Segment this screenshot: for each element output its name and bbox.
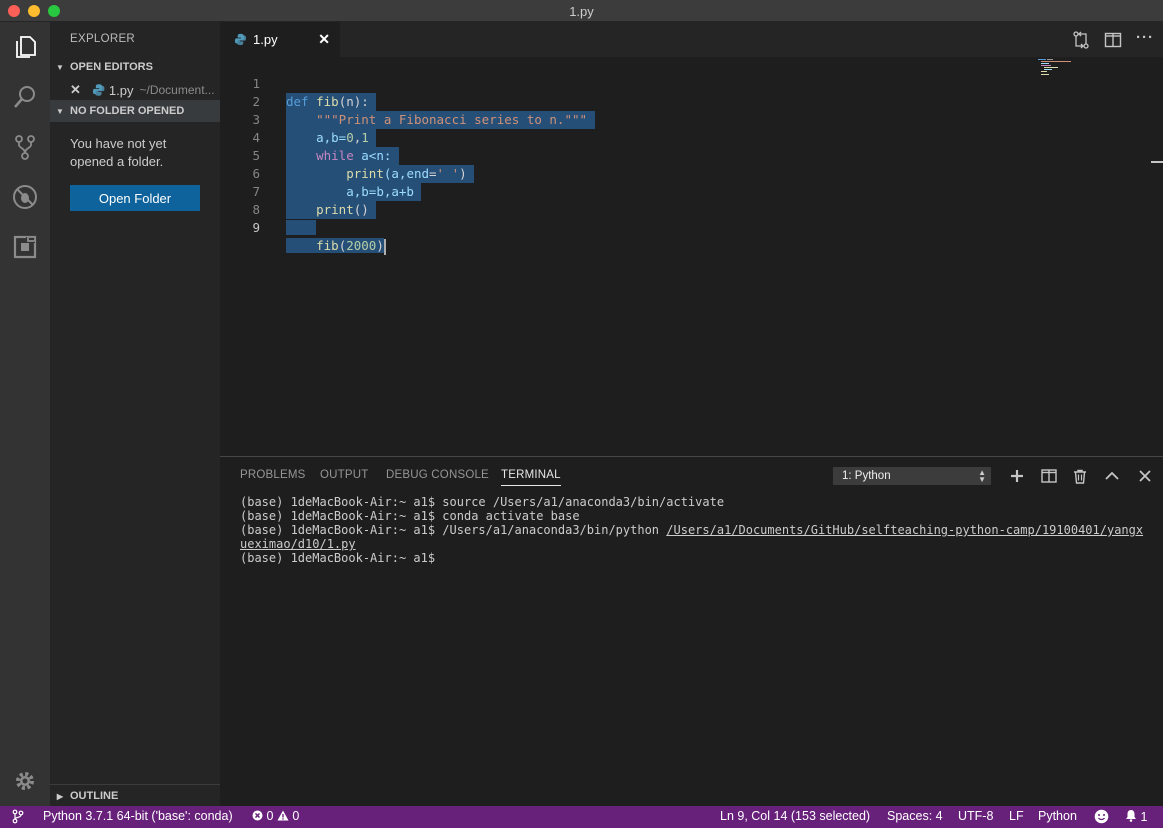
chevron-down-icon: ▼ — [56, 62, 64, 72]
no-folder-label: NO FOLDER OPENED — [70, 105, 185, 117]
warning-count: 0 — [292, 809, 300, 823]
indentation-status[interactable]: Spaces: 4 — [887, 809, 943, 823]
tab-output[interactable]: OUTPUT — [320, 469, 368, 481]
terminal-select-dropdown[interactable]: 1: Python ▲ ▼ — [833, 467, 991, 485]
open-editor-item[interactable]: ✕ 1.py ~/Document... — [50, 79, 220, 101]
code-line: 9 fib(2000) — [220, 201, 1150, 255]
status-bar: Python 3.7.1 64-bit ('base': conda) 0 0 … — [0, 806, 1163, 828]
tab-terminal[interactable]: TERMINAL — [501, 469, 561, 486]
branch-icon[interactable] — [12, 809, 24, 827]
notifications-status[interactable]: 1 — [1125, 809, 1147, 824]
code-line: 7 print() — [220, 165, 1150, 219]
code-line: 5 print(a,end=' ') — [220, 129, 1150, 183]
explorer-sidebar: EXPLORER ▼ OPEN EDITORS ✕ 1.py ~/Documen… — [50, 22, 220, 806]
tab-1-py[interactable]: 1.py ✕ — [220, 22, 340, 57]
files-icon[interactable] — [0, 24, 50, 70]
no-folder-message: You have not yet opened a folder. — [70, 136, 167, 169]
tab-close-icon[interactable]: ✕ — [318, 31, 330, 48]
eol-status[interactable]: LF — [1009, 809, 1024, 823]
terminal-line: (base) 1deMacBook-Air:~ a1$ source /User… — [240, 495, 725, 509]
python-file-icon — [92, 84, 104, 96]
open-editors-section-header[interactable]: ▼ OPEN EDITORS — [50, 56, 220, 78]
search-icon[interactable] — [0, 74, 50, 120]
code-line: 8 — [220, 183, 1150, 235]
terminal-select-value: 1: Python — [842, 470, 891, 482]
debug-icon[interactable] — [0, 174, 50, 220]
split-editor-icon[interactable] — [1104, 31, 1122, 49]
code-line: 1 def fib(n): — [220, 57, 1150, 111]
source-control-icon[interactable] — [0, 124, 50, 170]
text-cursor — [383, 238, 386, 255]
open-editors-label: OPEN EDITORS — [70, 61, 153, 73]
select-arrows-icon: ▲ ▼ — [978, 468, 986, 484]
more-actions-icon[interactable]: ··· — [1136, 29, 1154, 47]
close-icon[interactable]: ✕ — [70, 82, 82, 98]
title-bar: 1.py — [0, 0, 1163, 22]
open-changes-icon[interactable] — [1072, 31, 1090, 49]
maximize-panel-icon[interactable] — [1103, 467, 1121, 485]
tab-debug-console[interactable]: DEBUG CONSOLE — [386, 469, 489, 481]
open-editor-path: ~/Document... — [139, 83, 215, 97]
outline-label: OUTLINE — [70, 790, 119, 802]
tab-problems[interactable]: PROBLEMS — [240, 469, 306, 481]
open-editor-filename: 1.py — [108, 82, 134, 98]
settings-gear-icon[interactable] — [0, 758, 50, 804]
code-line: 2 """Print a Fibonacci series to n.""" — [220, 75, 1150, 129]
sidebar-title: EXPLORER — [70, 33, 136, 45]
error-count: 0 — [266, 809, 274, 823]
notification-count: 1 — [1140, 810, 1148, 824]
code-editor[interactable]: 1 def fib(n): 2 """Print a Fibonacci ser… — [220, 57, 1163, 456]
code-line: 3 a,b=0,1 — [220, 93, 1150, 147]
no-folder-section-header[interactable]: ▼ NO FOLDER OPENED — [50, 100, 220, 122]
cursor-position-status[interactable]: Ln 9, Col 14 (153 selected) — [720, 809, 870, 823]
chevron-right-icon: ▶ — [56, 791, 64, 801]
warning-icon — [277, 810, 289, 821]
editor-tabs-bar: 1.py ✕ ··· — [220, 22, 1163, 57]
terminal-output[interactable]: (base) 1deMacBook-Air:~ a1$ source /User… — [240, 495, 1150, 565]
scrollbar-cursor-marker — [1151, 161, 1163, 163]
feedback-smiley-icon[interactable] — [1094, 809, 1109, 827]
window-title: 1.py — [569, 4, 594, 19]
tab-filename: 1.py — [253, 32, 278, 47]
bottom-panel: PROBLEMS OUTPUT DEBUG CONSOLE TERMINAL 1… — [220, 456, 1163, 807]
extensions-icon[interactable] — [0, 224, 50, 270]
error-icon — [252, 810, 263, 821]
terminal-line: (base) 1deMacBook-Air:~ a1$ /Users/a1/an… — [240, 523, 1144, 551]
outline-section-header[interactable]: ▶ OUTLINE — [50, 784, 220, 807]
split-terminal-icon[interactable] — [1040, 467, 1058, 485]
open-folder-button[interactable]: Open Folder — [70, 185, 200, 211]
minimap[interactable] — [1038, 59, 1078, 75]
language-mode-status[interactable]: Python — [1038, 809, 1077, 823]
encoding-status[interactable]: UTF-8 — [958, 809, 993, 823]
activity-bar — [0, 22, 50, 806]
new-terminal-icon[interactable] — [1008, 467, 1026, 485]
code-line: 6 a,b=b,a+b — [220, 147, 1150, 201]
bell-icon — [1126, 810, 1136, 822]
close-panel-icon[interactable] — [1136, 467, 1154, 485]
chevron-down-icon: ▼ — [56, 106, 64, 116]
line-number: 9 — [252, 220, 260, 235]
terminal-line: (base) 1deMacBook-Air:~ a1$ conda activa… — [240, 509, 580, 523]
terminal-line: (base) 1deMacBook-Air:~ a1$ — [240, 551, 436, 565]
trash-icon[interactable] — [1071, 467, 1089, 485]
problems-status[interactable]: 0 0 — [252, 809, 299, 823]
python-interpreter-status[interactable]: Python 3.7.1 64-bit ('base': conda) — [43, 809, 233, 823]
code-line: 4 while a<n: — [220, 111, 1150, 165]
python-file-icon — [234, 33, 247, 46]
